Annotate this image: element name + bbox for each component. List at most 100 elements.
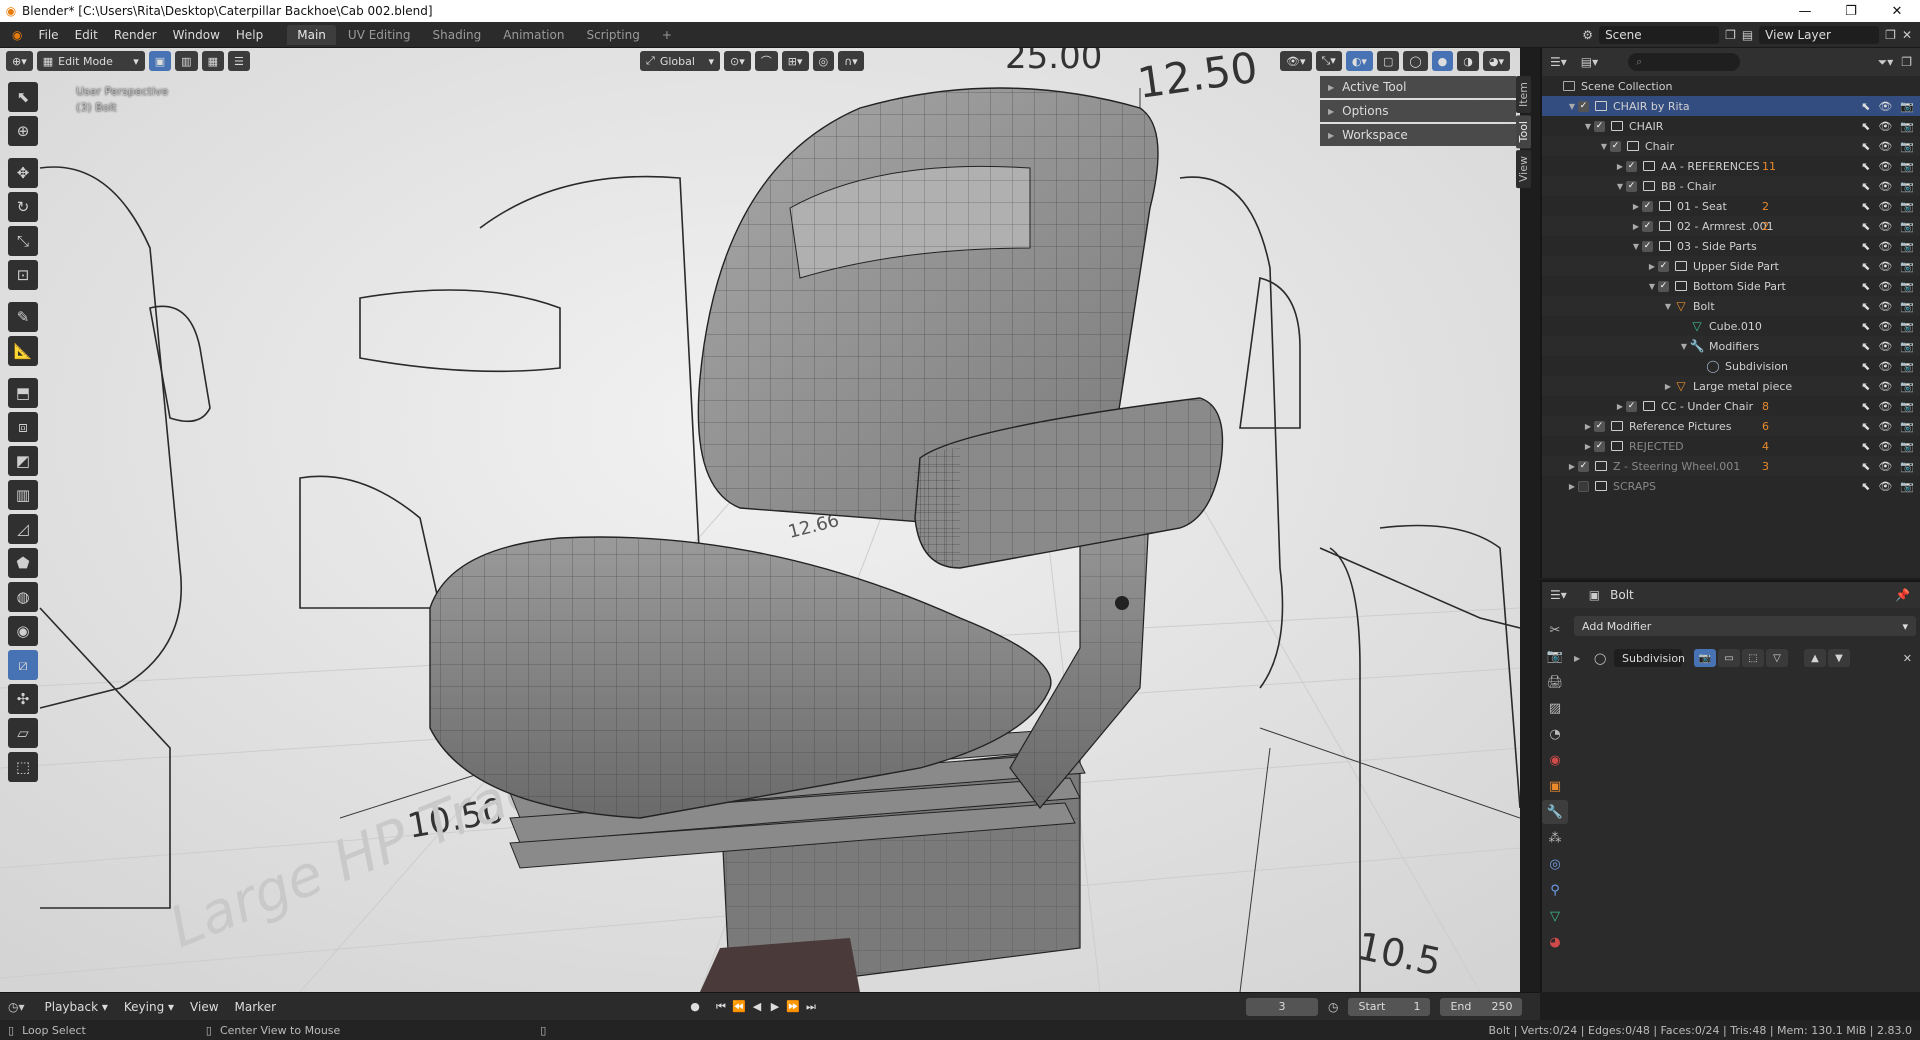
exclude-checkbox[interactable]: ✓ [1642, 240, 1653, 252]
wireframe-shading-icon[interactable]: ◯ [1403, 51, 1428, 71]
clock-icon[interactable]: ◷ [1328, 1000, 1338, 1014]
outliner-row[interactable]: ▶ ✓ REJECTED 4 ⬉ 👁 📷 [1542, 436, 1920, 456]
remove-modifier-icon[interactable]: ✕ [1903, 652, 1916, 665]
display-mode-icon[interactable]: ▤▾ [1581, 55, 1598, 69]
rip-tool-icon[interactable]: ⬚ [8, 752, 38, 782]
add-modifier-button[interactable]: Add Modifier ▾ [1574, 616, 1916, 636]
chevron-right-icon[interactable]: ▶ [1630, 202, 1642, 211]
expand-icon[interactable]: ▶ [1574, 654, 1594, 663]
exclude-checkbox[interactable]: ✓ [1658, 260, 1669, 272]
chevron-down-icon[interactable]: ▼ [1598, 142, 1610, 151]
camera-icon[interactable]: 📷 [1900, 260, 1914, 273]
physics-tab-icon[interactable]: ◎ [1542, 852, 1568, 876]
camera-icon[interactable]: 📷 [1900, 440, 1914, 453]
chevron-right-icon[interactable]: ▶ [1582, 442, 1594, 451]
camera-icon[interactable]: 📷 [1900, 280, 1914, 293]
outliner-row[interactable]: ▶ SCRAPS ⬉ 👁 📷 [1542, 476, 1920, 496]
panel-workspace[interactable]: ▶ Workspace [1320, 124, 1516, 146]
selectable-icon[interactable]: ⬉ [1861, 100, 1870, 113]
selectable-icon[interactable]: ⬉ [1861, 140, 1870, 153]
camera-icon[interactable]: 📷 [1900, 140, 1914, 153]
camera-icon[interactable]: 📷 [1900, 220, 1914, 233]
tab-animation[interactable]: Animation [493, 25, 574, 45]
bevel-tool-icon[interactable]: ◩ [8, 446, 38, 476]
cursor-tool-icon[interactable]: ⊕ [8, 116, 38, 146]
eye-icon[interactable]: 👁 [1878, 340, 1892, 353]
viewport-toggle-icon[interactable]: ▭ [1718, 649, 1740, 667]
jump-end-icon[interactable]: ⏭ [802, 1000, 820, 1014]
menu-edit[interactable]: Edit [67, 28, 106, 42]
outliner-search-input[interactable]: ⌕ [1628, 53, 1741, 71]
shear-tool-icon[interactable]: ▱ [8, 718, 38, 748]
move-tool-icon[interactable]: ✥ [8, 158, 38, 188]
eye-icon[interactable]: 👁 [1878, 260, 1892, 273]
chevron-right-icon[interactable]: ▶ [1566, 482, 1578, 491]
render-toggle-icon[interactable]: 📷 [1694, 649, 1716, 667]
transform-orientation-selector[interactable]: ⤢ Global ▾ [640, 51, 720, 71]
selectable-icon[interactable]: ⬉ [1861, 460, 1870, 473]
selectable-icon[interactable]: ⬉ [1861, 320, 1870, 333]
camera-icon[interactable]: 📷 [1900, 300, 1914, 313]
exclude-checkbox[interactable]: ✓ [1578, 460, 1589, 472]
visibility-icon[interactable]: 👁▾ [1280, 51, 1312, 71]
outliner-row[interactable]: ▶ ✓ Upper Side Part ⬉ 👁 📷 [1542, 256, 1920, 276]
outliner-row[interactable]: ▼ ✓ Chair ⬉ 👁 📷 [1542, 136, 1920, 156]
data-tab-icon[interactable]: ▽ [1542, 904, 1568, 928]
selectable-icon[interactable]: ⬉ [1861, 360, 1870, 373]
editor-type-icon[interactable]: ◷▾ [8, 1000, 25, 1014]
new-scene-icon[interactable]: ❐ [1725, 28, 1736, 42]
3d-viewport[interactable]: 25.00 12.50 10.50 12.66 10.5 Large HP Tr… [0, 48, 1520, 992]
exclude-checkbox[interactable]: ✓ [1642, 200, 1653, 212]
menu-view[interactable]: View [182, 1000, 226, 1014]
selectable-icon[interactable]: ⬉ [1861, 160, 1870, 173]
chevron-right-icon[interactable]: ▶ [1614, 162, 1626, 171]
chevron-right-icon[interactable]: ▶ [1646, 262, 1658, 271]
remove-view-layer-icon[interactable]: ✕ [1902, 28, 1912, 42]
exclude-checkbox[interactable]: ✓ [1594, 120, 1605, 132]
eye-icon[interactable]: 👁 [1878, 160, 1892, 173]
camera-icon[interactable]: 📷 [1900, 340, 1914, 353]
outliner-row[interactable]: ▼ ✓ CHAIR ⬉ 👁 📷 [1542, 116, 1920, 136]
camera-icon[interactable]: 📷 [1900, 400, 1914, 413]
xray-icon[interactable]: ▢ [1376, 51, 1400, 71]
selectable-icon[interactable]: ⬉ [1861, 180, 1870, 193]
edge-slide-tool-icon[interactable]: ⧄ [8, 650, 38, 680]
tool-tab-icon[interactable]: ✂ [1542, 618, 1568, 642]
exclude-checkbox[interactable]: ✓ [1658, 280, 1669, 292]
outliner-row[interactable]: ▼ 🔧 Modifiers ⬉ 👁 📷 [1542, 336, 1920, 356]
selectable-icon[interactable]: ⬉ [1861, 240, 1870, 253]
falloff-button[interactable]: ∩▾ [838, 51, 864, 71]
modifier-tab-icon[interactable]: 🔧 [1542, 800, 1568, 824]
tab-main[interactable]: Main [287, 24, 336, 45]
chevron-right-icon[interactable]: ▶ [1566, 462, 1578, 471]
menu-file[interactable]: File [30, 28, 66, 42]
filter-icon[interactable]: ⏷▾ [1878, 55, 1894, 70]
view-layer-tab-icon[interactable]: ▨ [1542, 696, 1568, 720]
chevron-right-icon[interactable]: ▶ [1630, 222, 1642, 231]
selectable-icon[interactable]: ⬉ [1861, 260, 1870, 273]
exclude-checkbox[interactable]: ✓ [1594, 440, 1605, 452]
move-up-icon[interactable]: ▲ [1804, 649, 1826, 667]
editmode-toggle-icon[interactable]: ⬚ [1742, 649, 1764, 667]
eye-icon[interactable]: 👁 [1878, 200, 1892, 213]
exclude-checkbox[interactable]: ✓ [1626, 400, 1637, 412]
close-button[interactable]: ✕ [1874, 4, 1920, 19]
menu-keying[interactable]: Keying ▾ [116, 1000, 182, 1014]
menu-marker[interactable]: Marker [227, 1000, 284, 1014]
selectable-icon[interactable]: ⬉ [1861, 280, 1870, 293]
new-view-layer-icon[interactable]: ❐ [1885, 28, 1896, 42]
loop-cut-tool-icon[interactable]: ▥ [8, 480, 38, 510]
eye-icon[interactable]: 👁 [1878, 440, 1892, 453]
camera-icon[interactable]: 📷 [1900, 380, 1914, 393]
view-layer-selector[interactable]: View Layer [1759, 25, 1880, 44]
menu-render[interactable]: Render [106, 28, 165, 42]
output-tab-icon[interactable]: 🖨 [1542, 670, 1568, 694]
eye-icon[interactable]: 👁 [1878, 120, 1892, 133]
tab-item[interactable]: Item [1516, 76, 1531, 114]
pivot-point-button[interactable]: ⊙▾ [724, 51, 751, 71]
minimize-button[interactable]: — [1782, 4, 1828, 19]
menu-hamburger-icon[interactable]: ☰ [227, 51, 250, 71]
exclude-checkbox[interactable]: ✓ [1594, 420, 1605, 432]
constraints-tab-icon[interactable]: ⚲ [1542, 878, 1568, 902]
selectable-icon[interactable]: ⬉ [1861, 400, 1870, 413]
